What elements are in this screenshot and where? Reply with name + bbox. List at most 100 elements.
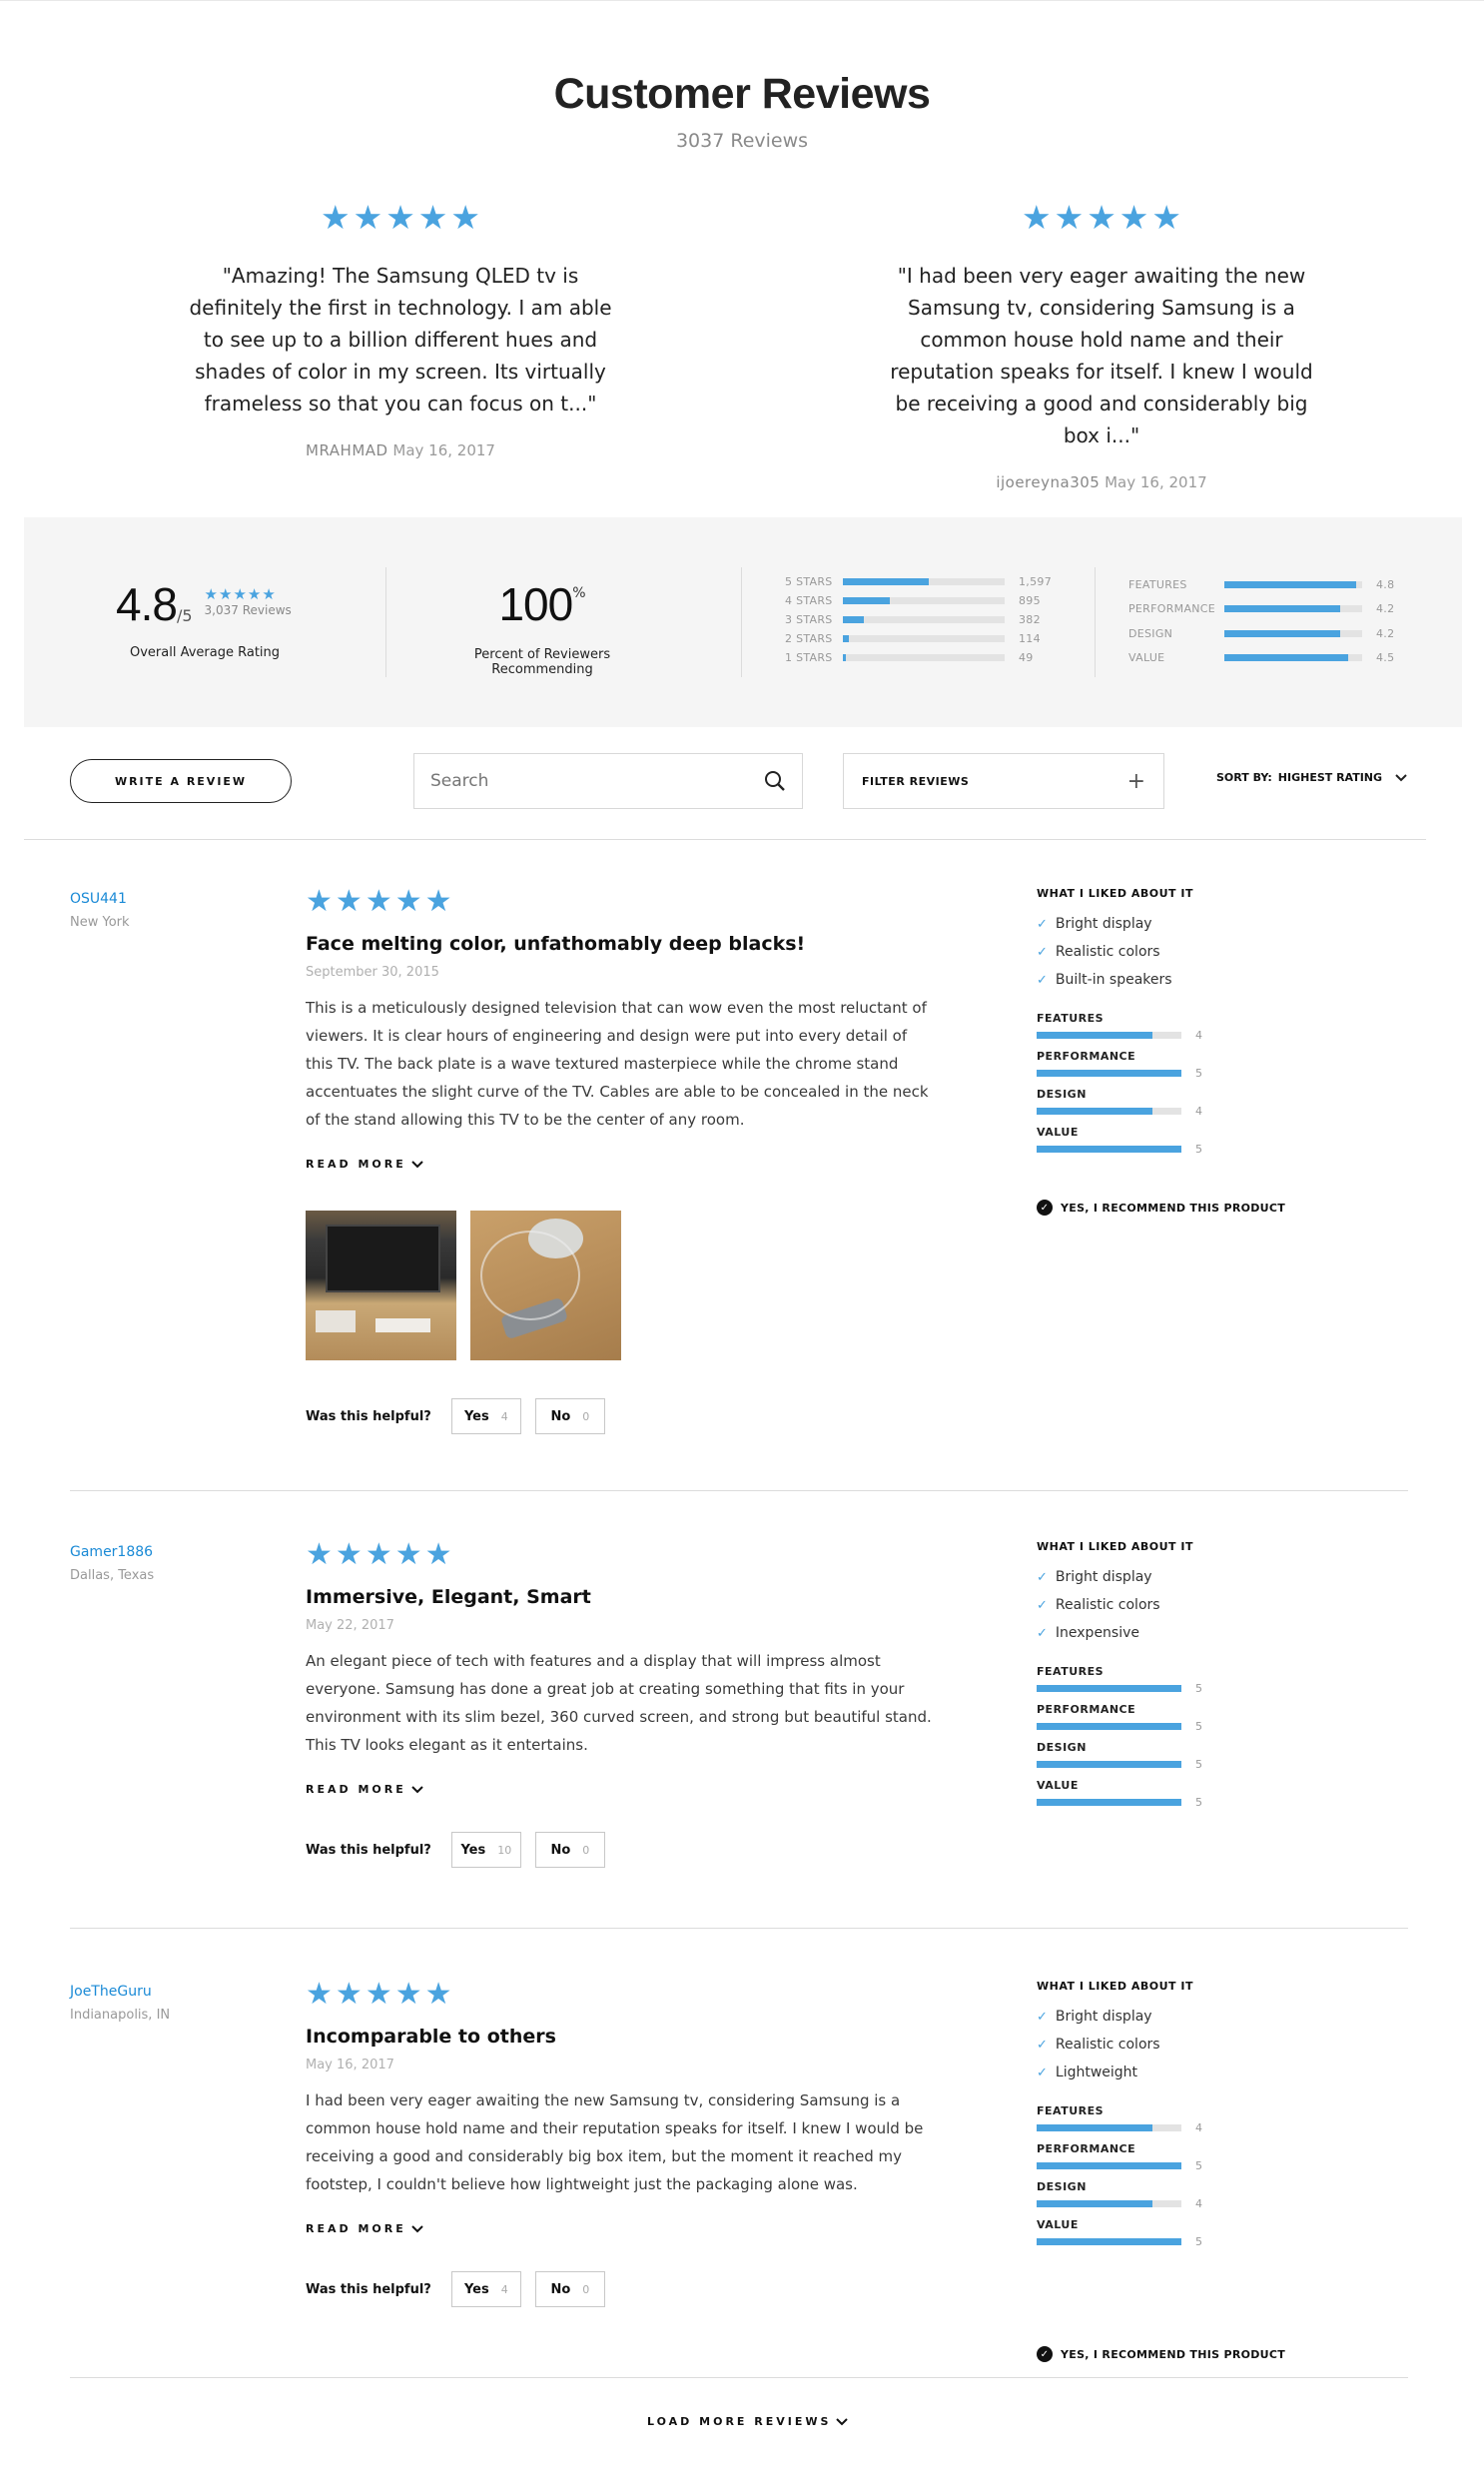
filter-reviews-button[interactable]: FILTER REVIEWS +: [843, 753, 1164, 809]
reviewer-info: OSU441 New York: [70, 891, 130, 930]
featured-quote: "I had been very eager awaiting the new …: [890, 264, 1313, 447]
star-rating: ★ ★ ★ ★ ★: [306, 1540, 945, 1570]
sort-dropdown[interactable]: SORT BY: HIGHEST RATING: [1216, 771, 1408, 784]
toolbar-divider: [24, 839, 1426, 840]
attribute-value: 5: [1195, 1758, 1202, 1771]
reviewer-name[interactable]: Gamer1886: [70, 1544, 154, 1560]
helpful-yes-button[interactable]: Yes 10: [450, 1832, 521, 1868]
review-photo[interactable]: [306, 1211, 456, 1360]
no-count: 0: [582, 1409, 590, 1423]
review-attributes: WHAT I LIKED ABOUT IT ✓ Bright display ✓ Rea…: [1037, 1980, 1296, 2362]
attribute-block: DESIGN 4: [1037, 2180, 1296, 2210]
attribute-row: 5: [1037, 2235, 1296, 2248]
read-more-link[interactable]: READ MORE: [306, 1158, 945, 1171]
attribute-row: VALUE 4.5: [1128, 646, 1394, 671]
chevron-down-icon: [836, 2417, 849, 2425]
attribute-label: DESIGN: [1037, 1741, 1087, 1754]
attribute-label: VALUE: [1037, 1779, 1079, 1792]
attribute-bar: [1224, 654, 1362, 662]
recommend-badge: ✓ YES, I RECOMMEND THIS PRODUCT: [1037, 2346, 1296, 2362]
featured-date: May 16, 2017: [1105, 473, 1207, 491]
attribute-bar-fill: [1037, 1685, 1181, 1692]
attribute-bar: [1037, 1761, 1181, 1768]
attribute-bar: [1037, 2124, 1181, 2131]
review-count: 3037 Reviews: [675, 130, 809, 152]
liked-text: Bright display: [1055, 2009, 1152, 2025]
yes-count: 4: [500, 2282, 508, 2296]
histogram-bar: [843, 597, 1005, 604]
rating-histogram: 5 STARS 1,597 4 STARS 895 3 STARS 382 2 STARS 1…: [785, 572, 1052, 667]
reviewer-name[interactable]: OSU441: [70, 891, 130, 907]
helpful-yes-button[interactable]: Yes 4: [450, 1398, 521, 1434]
star-icon: ★: [335, 884, 363, 919]
reviewer-location: New York: [70, 915, 130, 930]
liked-item: ✓ Realistic colors: [1037, 938, 1296, 966]
attribute-value: 5: [1195, 1720, 1202, 1733]
attribute-bar-fill: [1224, 654, 1349, 662]
attribute-value: 5: [1195, 1067, 1202, 1080]
review-attributes: WHAT I LIKED ABOUT IT ✓ Bright display ✓ Rea…: [1037, 1540, 1296, 1817]
histogram-row[interactable]: 2 STARS 114: [785, 629, 1052, 648]
histogram-count: 1,597: [1019, 575, 1052, 588]
average-rating: 4.8 /5 ★ ★ ★ ★ ★ 3,037 Reviews Overall Avera…: [116, 577, 292, 660]
attribute-bar: [1037, 2162, 1181, 2169]
reviewer-name[interactable]: JoeTheGuru: [70, 1984, 170, 2000]
star-icon: ★: [204, 585, 218, 603]
histogram-bar: [843, 616, 1005, 623]
review-photo[interactable]: [470, 1211, 621, 1360]
load-more-label: LOAD MORE REVIEWS: [647, 2415, 832, 2428]
attribute-bar-fill: [1037, 2238, 1181, 2245]
attribute-value: 4.8: [1376, 577, 1395, 591]
star-icon: ★: [394, 1537, 422, 1572]
read-more-link[interactable]: READ MORE: [306, 2222, 945, 2235]
average-scale: /5: [176, 606, 193, 625]
histogram-row[interactable]: 5 STARS 1,597: [785, 572, 1052, 591]
review-divider: [70, 1490, 1408, 1491]
attribute-row: 5: [1037, 1067, 1296, 1080]
liked-text: Bright display: [1055, 1569, 1152, 1585]
filter-label: FILTER REVIEWS: [862, 774, 970, 788]
helpful-row: Was this helpful? Yes 10 No 0: [306, 1832, 945, 1868]
attribute-label: VALUE: [1037, 2218, 1079, 2231]
check-icon: ✓: [1037, 1569, 1048, 1585]
histogram-label: 2 STARS: [785, 632, 833, 645]
attribute-row: 5: [1037, 1758, 1296, 1771]
helpful-no-button[interactable]: No 0: [534, 1398, 605, 1434]
box-shape: [316, 1310, 356, 1332]
star-rating: ★ ★ ★ ★ ★: [887, 200, 1316, 236]
histogram-bar: [843, 654, 1005, 661]
star-icon: ★: [262, 585, 276, 603]
attribute-bar-fill: [1037, 1761, 1181, 1768]
histogram-row[interactable]: 4 STARS 895: [785, 591, 1052, 610]
attribute-row: DESIGN 4.2: [1128, 621, 1394, 646]
star-rating: ★ ★ ★ ★ ★: [186, 200, 615, 236]
write-review-button[interactable]: WRITE A REVIEW: [70, 759, 292, 803]
attribute-value: 4: [1195, 2197, 1202, 2210]
liked-item: ✓ Bright display: [1037, 1563, 1296, 1591]
helpful-no-button[interactable]: No 0: [534, 1832, 605, 1868]
attribute-label: PERFORMANCE: [1037, 1050, 1136, 1063]
star-rating: ★ ★ ★ ★ ★: [306, 887, 945, 917]
box-shape: [375, 1318, 430, 1332]
review-attributes: WHAT I LIKED ABOUT IT ✓ Bright display ✓ Rea…: [1037, 887, 1296, 1216]
featured-review: ★ ★ ★ ★ ★ "I had been very eager awaiting th…: [887, 200, 1316, 492]
helpful-yes-button[interactable]: Yes 4: [450, 2271, 521, 2307]
star-icon: ★: [450, 198, 480, 237]
check-icon: ✓: [1037, 1625, 1048, 1641]
histogram-row[interactable]: 1 STARS 49: [785, 648, 1052, 667]
search-input[interactable]: [430, 771, 730, 791]
featured-author: ijoereyna305: [996, 473, 1101, 491]
search-icon[interactable]: [764, 770, 786, 792]
attribute-block: FEATURES 5: [1037, 1665, 1296, 1695]
average-label: Overall Average Rating: [130, 645, 281, 660]
helpful-no-button[interactable]: No 0: [534, 2271, 605, 2307]
histogram-bar: [843, 635, 1005, 642]
review-photos: [306, 1211, 945, 1360]
check-icon: ✓: [1037, 1597, 1048, 1613]
read-more-label: READ MORE: [306, 1783, 406, 1796]
load-more-button[interactable]: LOAD MORE REVIEWS: [647, 2415, 849, 2428]
read-more-link[interactable]: READ MORE: [306, 1783, 945, 1796]
attribute-block: DESIGN 4: [1037, 1088, 1296, 1118]
histogram-row[interactable]: 3 STARS 382: [785, 610, 1052, 629]
attribute-value: 5: [1195, 1796, 1202, 1809]
